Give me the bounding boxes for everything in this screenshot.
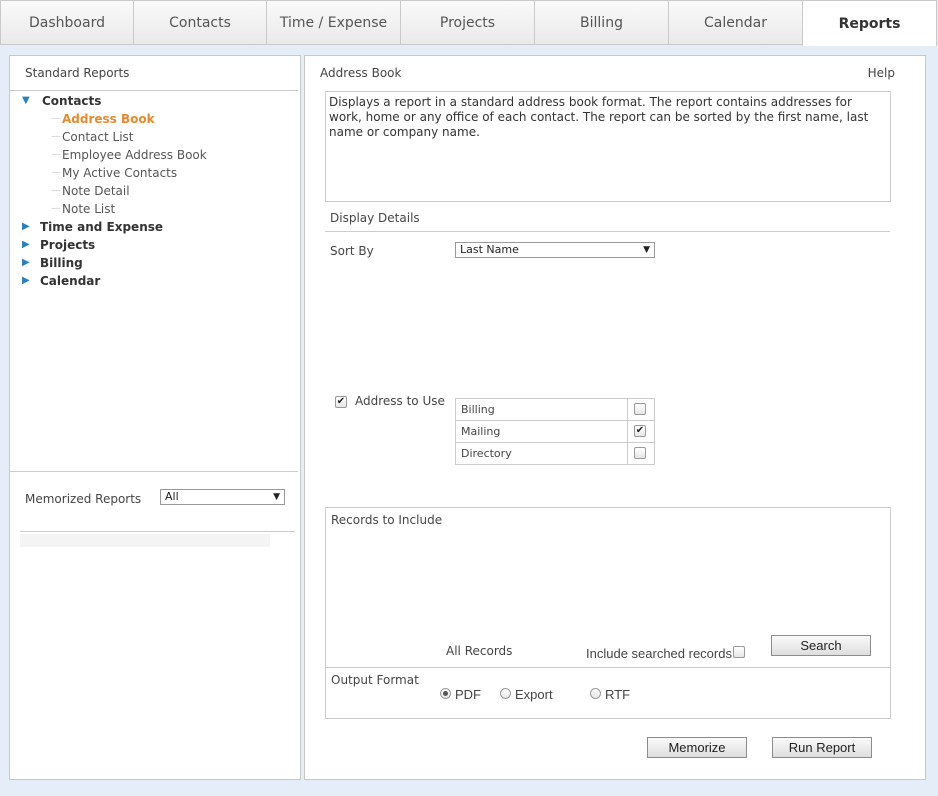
- address-option-cell: ✔: [627, 420, 655, 443]
- tab-time-expense[interactable]: Time / Expense: [266, 0, 401, 45]
- standard-reports-header: Standard Reports: [25, 66, 130, 80]
- tree-item-my-active-contacts[interactable]: — My Active Contacts: [20, 164, 300, 182]
- memorized-reports-label: Memorized Reports: [25, 492, 142, 506]
- tab-calendar[interactable]: Calendar: [668, 0, 803, 45]
- output-format-label: Output Format: [331, 673, 419, 687]
- tab-contacts[interactable]: Contacts: [133, 0, 267, 45]
- caret-down-icon: ▼: [643, 245, 650, 255]
- export-radio-label: Export: [515, 687, 553, 702]
- pdf-radio-label: PDF: [455, 687, 481, 702]
- address-option-label: Billing: [455, 398, 628, 421]
- mailing-checkbox[interactable]: ✔: [634, 425, 646, 437]
- memorized-reports-list[interactable]: [20, 534, 270, 547]
- caret-down-icon: ▼: [22, 95, 30, 106]
- caret-right-icon: ▶: [22, 257, 30, 268]
- tree-category-time-and-expense[interactable]: ▶ Time and Expense: [20, 218, 300, 236]
- address-option-cell: [627, 398, 655, 421]
- tree-category-label: Calendar: [40, 274, 101, 288]
- tab-dashboard[interactable]: Dashboard: [0, 0, 134, 45]
- address-option-label: Directory: [455, 442, 628, 465]
- sort-by-select[interactable]: Last Name ▼: [455, 242, 655, 258]
- select-value: Last Name: [460, 243, 519, 256]
- tree-item-employee-address-book[interactable]: — Employee Address Book: [20, 146, 300, 164]
- tree-item-label: My Active Contacts: [62, 166, 178, 180]
- tree-item-label: Employee Address Book: [62, 148, 207, 162]
- memorize-button[interactable]: Memorize: [647, 737, 747, 758]
- tree-category-label: Projects: [40, 238, 96, 252]
- rtf-radio[interactable]: [590, 688, 601, 699]
- include-searched-checkbox[interactable]: [733, 646, 745, 658]
- report-title: Address Book: [320, 66, 402, 80]
- caret-right-icon: ▶: [22, 221, 30, 232]
- dash-icon: —: [51, 167, 61, 178]
- tab-billing[interactable]: Billing: [534, 0, 669, 45]
- caret-right-icon: ▶: [22, 275, 30, 286]
- sort-by-label: Sort By: [330, 244, 374, 258]
- dash-icon: —: [51, 149, 61, 160]
- tree-category-label: Billing: [40, 256, 83, 270]
- tree-category-calendar[interactable]: ▶ Calendar: [20, 272, 300, 290]
- tree-item-label: Address Book: [62, 112, 155, 126]
- report-tree: ▼ Contacts — Address Book — Contact List…: [20, 92, 300, 290]
- table-row: Billing: [455, 398, 655, 421]
- directory-checkbox[interactable]: [634, 447, 646, 459]
- tree-item-note-detail[interactable]: — Note Detail: [20, 182, 300, 200]
- divider: [10, 90, 298, 91]
- display-details-label: Display Details: [330, 211, 420, 225]
- tree-category-projects[interactable]: ▶ Projects: [20, 236, 300, 254]
- dash-icon: —: [51, 113, 61, 124]
- tree-category-contacts[interactable]: ▼ Contacts: [20, 92, 300, 110]
- include-searched-label: Include searched records: [586, 646, 732, 661]
- table-row: Mailing ✔: [455, 420, 655, 443]
- caret-right-icon: ▶: [22, 239, 30, 250]
- all-records-label: All Records: [446, 644, 513, 658]
- search-button[interactable]: Search: [771, 635, 871, 656]
- tree-item-label: Note Detail: [62, 184, 130, 198]
- dash-icon: —: [51, 131, 61, 142]
- standard-reports-panel: Standard Reports ▼ Contacts — Address Bo…: [9, 55, 301, 780]
- run-report-button[interactable]: Run Report: [772, 737, 872, 758]
- pdf-radio[interactable]: [440, 688, 451, 699]
- tree-category-label: Contacts: [42, 94, 102, 108]
- divider: [20, 531, 295, 532]
- dash-icon: —: [51, 185, 61, 196]
- tree-category-label: Time and Expense: [40, 220, 164, 234]
- select-value: All: [165, 490, 179, 503]
- rtf-radio-label: RTF: [605, 687, 631, 702]
- tree-item-label: Note List: [62, 202, 116, 216]
- table-row: Directory: [455, 442, 655, 465]
- address-options-table: Billing Mailing ✔ Directory: [455, 398, 655, 465]
- records-output-box: Records to Include All Records Include s…: [325, 507, 891, 719]
- tree-item-address-book[interactable]: — Address Book: [20, 110, 300, 128]
- caret-down-icon: ▼: [273, 492, 280, 502]
- dash-icon: —: [51, 203, 61, 214]
- tree-category-billing[interactable]: ▶ Billing: [20, 254, 300, 272]
- tree-item-contact-list[interactable]: — Contact List: [20, 128, 300, 146]
- divider: [10, 471, 298, 472]
- tab-projects[interactable]: Projects: [400, 0, 535, 45]
- report-detail-panel: Address Book Help Displays a report in a…: [304, 55, 926, 780]
- tab-reports[interactable]: Reports: [802, 0, 937, 46]
- address-option-cell: [627, 442, 655, 465]
- main-tab-bar: Dashboard Contacts Time / Expense Projec…: [0, 0, 938, 46]
- tree-item-note-list[interactable]: — Note List: [20, 200, 300, 218]
- help-link[interactable]: Help: [868, 66, 895, 80]
- export-radio[interactable]: [500, 688, 511, 699]
- tab-divider: [0, 44, 803, 45]
- address-option-label: Mailing: [455, 420, 628, 443]
- memorized-filter-select[interactable]: All ▼: [160, 489, 285, 505]
- billing-checkbox[interactable]: [634, 403, 646, 415]
- address-to-use-checkbox[interactable]: ✔: [335, 396, 347, 408]
- divider: [326, 667, 890, 668]
- report-description: Displays a report in a standard address …: [325, 91, 891, 202]
- records-to-include-label: Records to Include: [331, 513, 443, 527]
- tree-item-label: Contact List: [62, 130, 134, 144]
- address-to-use-label: Address to Use: [355, 394, 445, 408]
- divider: [325, 231, 890, 232]
